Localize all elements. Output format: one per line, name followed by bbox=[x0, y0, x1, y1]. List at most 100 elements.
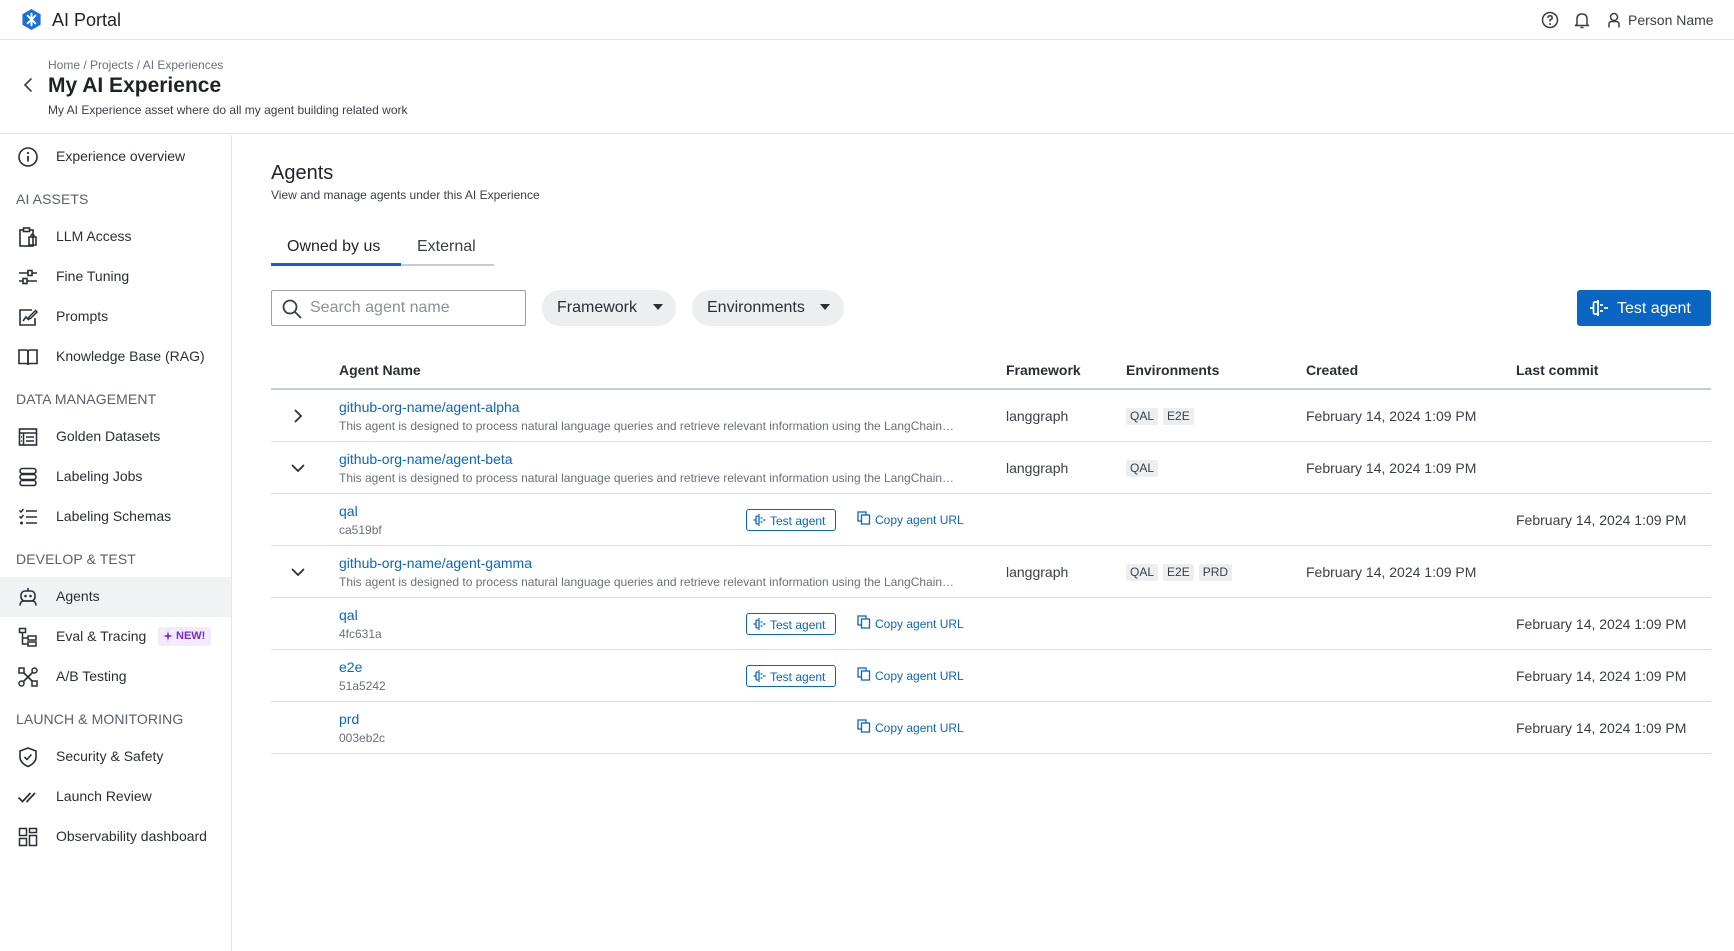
framework-filter[interactable]: Framework bbox=[542, 290, 676, 326]
bell-icon[interactable] bbox=[1572, 10, 1592, 30]
sidebar-item-ab-testing[interactable]: A/B Testing bbox=[0, 657, 231, 697]
framework-value: langgraph bbox=[1006, 564, 1069, 580]
sidebar-item-labeling-jobs[interactable]: Labeling Jobs bbox=[0, 457, 231, 497]
tab-external[interactable]: External bbox=[417, 238, 476, 256]
table-icon bbox=[18, 428, 38, 446]
chevron-down-icon[interactable] bbox=[289, 563, 307, 581]
user-name[interactable]: Person Name bbox=[1628, 12, 1714, 28]
sidebar-item-observability[interactable]: Observability dashboard bbox=[0, 817, 231, 857]
plug-icon bbox=[753, 670, 766, 682]
agent-description: This agent is designed to process natura… bbox=[339, 471, 955, 485]
plug-icon bbox=[753, 618, 766, 630]
sidebar-item-knowledge-base[interactable]: Knowledge Base (RAG) bbox=[0, 337, 231, 377]
copy-agent-url-label: Copy agent URL bbox=[875, 669, 964, 683]
commit-hash: ca519bf bbox=[339, 523, 382, 537]
deployment-row: qal ca519bf Test agent Copy agent URL Fe… bbox=[271, 494, 1711, 546]
search-input[interactable] bbox=[310, 297, 515, 319]
sidebar-item-label: LLM Access bbox=[56, 228, 132, 244]
logo-icon[interactable] bbox=[20, 8, 43, 31]
row-test-agent-button[interactable]: Test agent bbox=[746, 613, 836, 635]
agent-name-link[interactable]: github-org-name/agent-gamma bbox=[339, 555, 532, 571]
column-header-last-commit[interactable]: Last commit bbox=[1516, 362, 1598, 378]
top-bar: AI Portal Person Name bbox=[0, 0, 1734, 40]
breadcrumb[interactable]: Home / Projects / AI Experiences bbox=[48, 58, 223, 72]
sidebar-item-golden-datasets[interactable]: Golden Datasets bbox=[0, 417, 231, 457]
commit-hash: 51a5242 bbox=[339, 679, 386, 693]
row-test-agent-label: Test agent bbox=[770, 670, 826, 684]
search-box[interactable] bbox=[271, 290, 526, 326]
help-icon[interactable] bbox=[1540, 10, 1560, 30]
row-test-agent-button[interactable]: Test agent bbox=[746, 665, 836, 687]
database-icon bbox=[19, 467, 37, 487]
tab-owned-by-us[interactable]: Owned by us bbox=[287, 238, 380, 256]
sidebar-item-labeling-schemas[interactable]: Labeling Schemas bbox=[0, 497, 231, 537]
test-agent-button[interactable]: Test agent bbox=[1577, 290, 1711, 326]
sidebar-item-prompts[interactable]: Prompts bbox=[0, 297, 231, 337]
framework-value: langgraph bbox=[1006, 408, 1069, 424]
deployment-env-link[interactable]: qal bbox=[339, 503, 358, 519]
sidebar-item-eval-tracing[interactable]: Eval & Tracing NEW! bbox=[0, 617, 231, 657]
section-data-management: DATA MANAGEMENT bbox=[16, 391, 157, 407]
environment-tags: QAL E2E bbox=[1126, 407, 1199, 425]
chevron-down-icon[interactable] bbox=[289, 459, 307, 477]
sidebar-item-launch-review[interactable]: Launch Review bbox=[0, 777, 231, 817]
environments-filter-label: Environments bbox=[707, 299, 805, 316]
column-header-framework[interactable]: Framework bbox=[1006, 362, 1081, 378]
env-tag: QAL bbox=[1126, 408, 1159, 425]
app-title: AI Portal bbox=[52, 10, 122, 30]
chevron-right-icon[interactable] bbox=[289, 407, 307, 425]
deployment-env-link[interactable]: prd bbox=[339, 711, 359, 727]
deployment-row: qal 4fc631a Test agent Copy agent URL Fe… bbox=[271, 598, 1711, 650]
column-header-agent-name[interactable]: Agent Name bbox=[339, 362, 421, 378]
last-commit-value: February 14, 2024 1:09 PM bbox=[1516, 668, 1687, 684]
column-header-created[interactable]: Created bbox=[1306, 362, 1358, 378]
sidebar-item-label: A/B Testing bbox=[56, 668, 127, 684]
sidebar-item-label: Experience overview bbox=[56, 148, 186, 164]
sidebar-item-label: Labeling Schemas bbox=[56, 508, 172, 524]
deployment-row: prd 003eb2c Copy agent URL February 14, … bbox=[271, 702, 1711, 754]
section-launch-monitoring: LAUNCH & MONITORING bbox=[16, 711, 184, 727]
sidebar-item-overview[interactable]: Experience overview bbox=[0, 137, 231, 177]
sidebar-item-agents[interactable]: Agents bbox=[0, 577, 231, 617]
table-row[interactable]: github-org-name/agent-alpha This agent i… bbox=[271, 390, 1711, 442]
clipboard-icon bbox=[19, 227, 37, 247]
created-value: February 14, 2024 1:09 PM bbox=[1306, 460, 1477, 476]
sidebar: Experience overview AI ASSETS LLM Access… bbox=[0, 135, 232, 951]
user-icon[interactable] bbox=[1604, 10, 1624, 30]
copy-agent-url-label: Copy agent URL bbox=[875, 617, 964, 631]
sidebar-item-label: Agents bbox=[56, 588, 100, 604]
agent-name-link[interactable]: github-org-name/agent-beta bbox=[339, 451, 513, 467]
agent-name-link[interactable]: github-org-name/agent-alpha bbox=[339, 399, 520, 415]
sparkle-icon bbox=[163, 631, 173, 641]
page-subtitle: My AI Experience asset where do all my a… bbox=[48, 103, 408, 117]
sidebar-item-security-safety[interactable]: Security & Safety bbox=[0, 737, 231, 777]
copy-icon bbox=[857, 667, 871, 681]
info-icon bbox=[18, 147, 38, 167]
agent-description: This agent is designed to process natura… bbox=[339, 575, 955, 589]
test-agent-button-label: Test agent bbox=[1617, 300, 1691, 317]
dashboard-icon bbox=[18, 827, 38, 847]
column-header-environments[interactable]: Environments bbox=[1126, 362, 1219, 378]
ab-test-icon bbox=[18, 667, 38, 687]
agent-description: This agent is designed to process natura… bbox=[339, 419, 955, 433]
env-tag: QAL bbox=[1126, 460, 1159, 477]
table-row[interactable]: github-org-name/agent-beta This agent is… bbox=[271, 442, 1711, 494]
env-tag: E2E bbox=[1163, 564, 1194, 581]
row-test-agent-label: Test agent bbox=[770, 618, 826, 632]
last-commit-value: February 14, 2024 1:09 PM bbox=[1516, 720, 1687, 736]
deployment-env-link[interactable]: qal bbox=[339, 607, 358, 623]
copy-agent-url-label: Copy agent URL bbox=[875, 721, 964, 735]
page-header: Home / Projects / AI Experiences My AI E… bbox=[0, 41, 1734, 134]
copy-agent-url-label: Copy agent URL bbox=[875, 513, 964, 527]
environments-filter[interactable]: Environments bbox=[692, 290, 844, 326]
framework-value: langgraph bbox=[1006, 460, 1069, 476]
deployment-env-link[interactable]: e2e bbox=[339, 659, 362, 675]
row-test-agent-button[interactable]: Test agent bbox=[746, 509, 836, 531]
sidebar-item-fine-tuning[interactable]: Fine Tuning bbox=[0, 257, 231, 297]
table-row[interactable]: github-org-name/agent-gamma This agent i… bbox=[271, 546, 1711, 598]
sidebar-item-llm-access[interactable]: LLM Access bbox=[0, 217, 231, 257]
created-value: February 14, 2024 1:09 PM bbox=[1306, 564, 1477, 580]
back-icon[interactable] bbox=[20, 76, 38, 94]
framework-filter-label: Framework bbox=[557, 299, 638, 316]
env-tag: E2E bbox=[1163, 408, 1194, 425]
